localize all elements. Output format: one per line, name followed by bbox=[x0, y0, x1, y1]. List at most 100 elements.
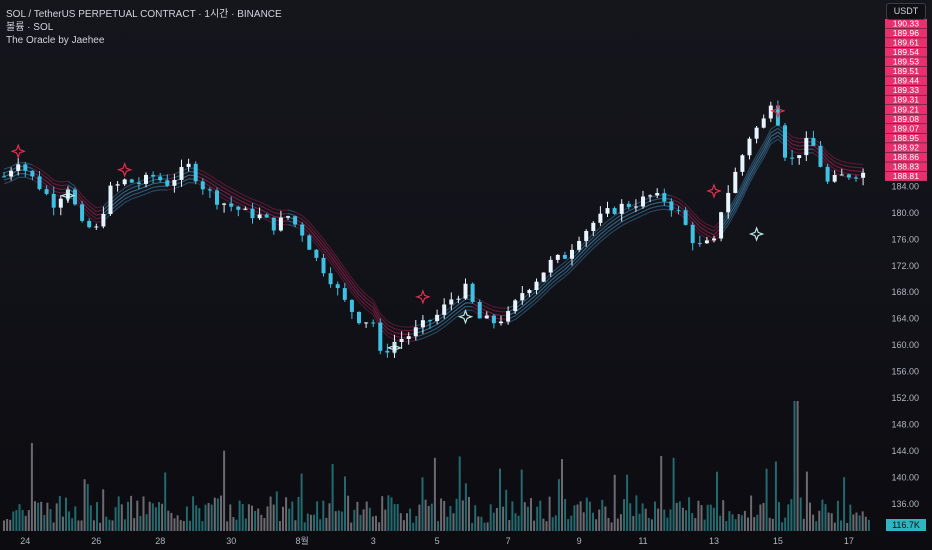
volume-bar bbox=[675, 502, 678, 531]
volume-bar bbox=[595, 519, 598, 531]
candle-body bbox=[37, 176, 42, 190]
volume-bar bbox=[443, 500, 446, 531]
candle-body bbox=[761, 118, 766, 128]
ribbon-segment bbox=[387, 320, 395, 326]
volume-bar bbox=[818, 510, 821, 531]
candle-body bbox=[768, 105, 773, 119]
candle-body bbox=[293, 216, 298, 225]
volume-bar bbox=[192, 496, 195, 531]
ribbon-segment bbox=[493, 309, 502, 313]
candle-body bbox=[690, 224, 695, 244]
volume-bar bbox=[421, 477, 424, 531]
volume-bar bbox=[830, 513, 833, 531]
candle-body bbox=[115, 184, 120, 186]
volume-bar bbox=[371, 516, 374, 531]
ribbon-segment bbox=[259, 204, 267, 210]
volume-bar bbox=[489, 504, 492, 531]
ribbon-segment bbox=[60, 180, 68, 183]
ribbon-segment bbox=[493, 313, 502, 317]
ribbon-segment bbox=[145, 190, 154, 195]
volume-bar bbox=[802, 518, 805, 531]
price-axis[interactable]: 184.00 180.00 176.00 172.00 168.00 164.00 160.… bbox=[885, 18, 927, 509]
candle-body bbox=[641, 196, 645, 207]
price-tag-label: 189.53 bbox=[893, 57, 920, 67]
volume-bar bbox=[247, 504, 250, 531]
volume-bar bbox=[585, 497, 588, 531]
volume-bar bbox=[102, 489, 105, 531]
volume-bar bbox=[337, 510, 340, 531]
volume-bar bbox=[65, 497, 67, 531]
ribbon-segment bbox=[394, 331, 402, 335]
volume-bar bbox=[499, 468, 501, 531]
volume-bar bbox=[266, 506, 269, 531]
volume-bar bbox=[43, 515, 46, 531]
volume-bar bbox=[207, 503, 210, 531]
volume-bar bbox=[61, 516, 64, 531]
price-tag-label: 188.83 bbox=[893, 162, 920, 172]
volume-bar bbox=[427, 505, 430, 531]
volume-bar bbox=[632, 516, 635, 531]
volume-bar bbox=[195, 505, 198, 531]
volume-bar bbox=[740, 515, 743, 531]
candle-body bbox=[726, 192, 731, 213]
price-tag-label: 189.08 bbox=[893, 114, 920, 124]
volume-bar bbox=[15, 510, 18, 531]
ribbon-segment bbox=[124, 194, 133, 200]
ribbon-segment bbox=[238, 191, 246, 197]
volume-bar bbox=[492, 512, 495, 531]
candle-body bbox=[399, 339, 404, 342]
volume-bar bbox=[52, 522, 55, 531]
volume-bar bbox=[415, 516, 418, 531]
volume-bar bbox=[623, 499, 625, 531]
price-tag-label: 189.51 bbox=[893, 66, 920, 76]
volume-bar bbox=[300, 473, 303, 531]
volume-bar bbox=[601, 499, 604, 531]
volume-bar bbox=[530, 498, 532, 531]
volume-bar bbox=[120, 504, 123, 531]
price-chart[interactable]: 184.00 180.00 176.00 172.00 168.00 164.00 160.… bbox=[0, 0, 932, 550]
volume-bar bbox=[288, 508, 291, 531]
price-tick-label: 164.00 bbox=[891, 314, 919, 324]
volume-bar bbox=[812, 514, 815, 531]
ribbon-segment bbox=[628, 210, 637, 216]
currency-unit-badge[interactable]: USDT bbox=[886, 3, 926, 20]
ribbon-segment bbox=[422, 334, 431, 339]
price-tick-label: 184.00 bbox=[891, 181, 919, 191]
candle-body bbox=[378, 322, 383, 351]
volume-bar bbox=[430, 503, 433, 531]
price-tag-label: 189.44 bbox=[893, 76, 920, 86]
candle-body bbox=[364, 322, 369, 324]
candle-body bbox=[357, 311, 361, 324]
candle-body bbox=[236, 206, 241, 210]
ribbon-segment bbox=[834, 168, 843, 173]
candle-body bbox=[555, 254, 560, 260]
volume-bar bbox=[793, 401, 796, 531]
ribbon-segment bbox=[585, 244, 594, 253]
candle-body bbox=[697, 243, 702, 245]
volume-bar bbox=[384, 509, 387, 531]
ribbon-segment bbox=[791, 147, 800, 151]
ribbon-segment bbox=[358, 301, 367, 310]
candle-body bbox=[264, 214, 269, 218]
ribbon-segment bbox=[649, 205, 658, 209]
ribbon-segment bbox=[628, 214, 637, 219]
ribbon-segment bbox=[53, 183, 61, 187]
ribbon-segment bbox=[564, 262, 573, 270]
indicator-legend[interactable]: The Oracle by Jaehee bbox=[6, 34, 282, 47]
volume-bar bbox=[657, 508, 660, 531]
candle-body bbox=[548, 259, 553, 273]
candle-body bbox=[790, 157, 795, 159]
volume-bar bbox=[576, 504, 579, 531]
ribbon-segment bbox=[621, 217, 630, 223]
volume-bar bbox=[539, 500, 542, 531]
symbol-title[interactable]: SOL / TetherUS PERPETUAL CONTRACT · 1시간 … bbox=[6, 8, 282, 21]
volume-bar bbox=[396, 503, 399, 531]
volume-bar bbox=[514, 513, 517, 531]
volume-bar bbox=[712, 507, 715, 531]
volume-legend[interactable]: 볼륨 · SOL bbox=[6, 21, 282, 34]
candle-body bbox=[619, 203, 624, 214]
volume-bar bbox=[148, 501, 151, 531]
volume-bar bbox=[306, 513, 309, 531]
time-axis[interactable]: 24 26 28 30 8월 3 5 7 9 11 13 15 17 bbox=[20, 535, 854, 546]
volume-bar bbox=[220, 495, 222, 531]
